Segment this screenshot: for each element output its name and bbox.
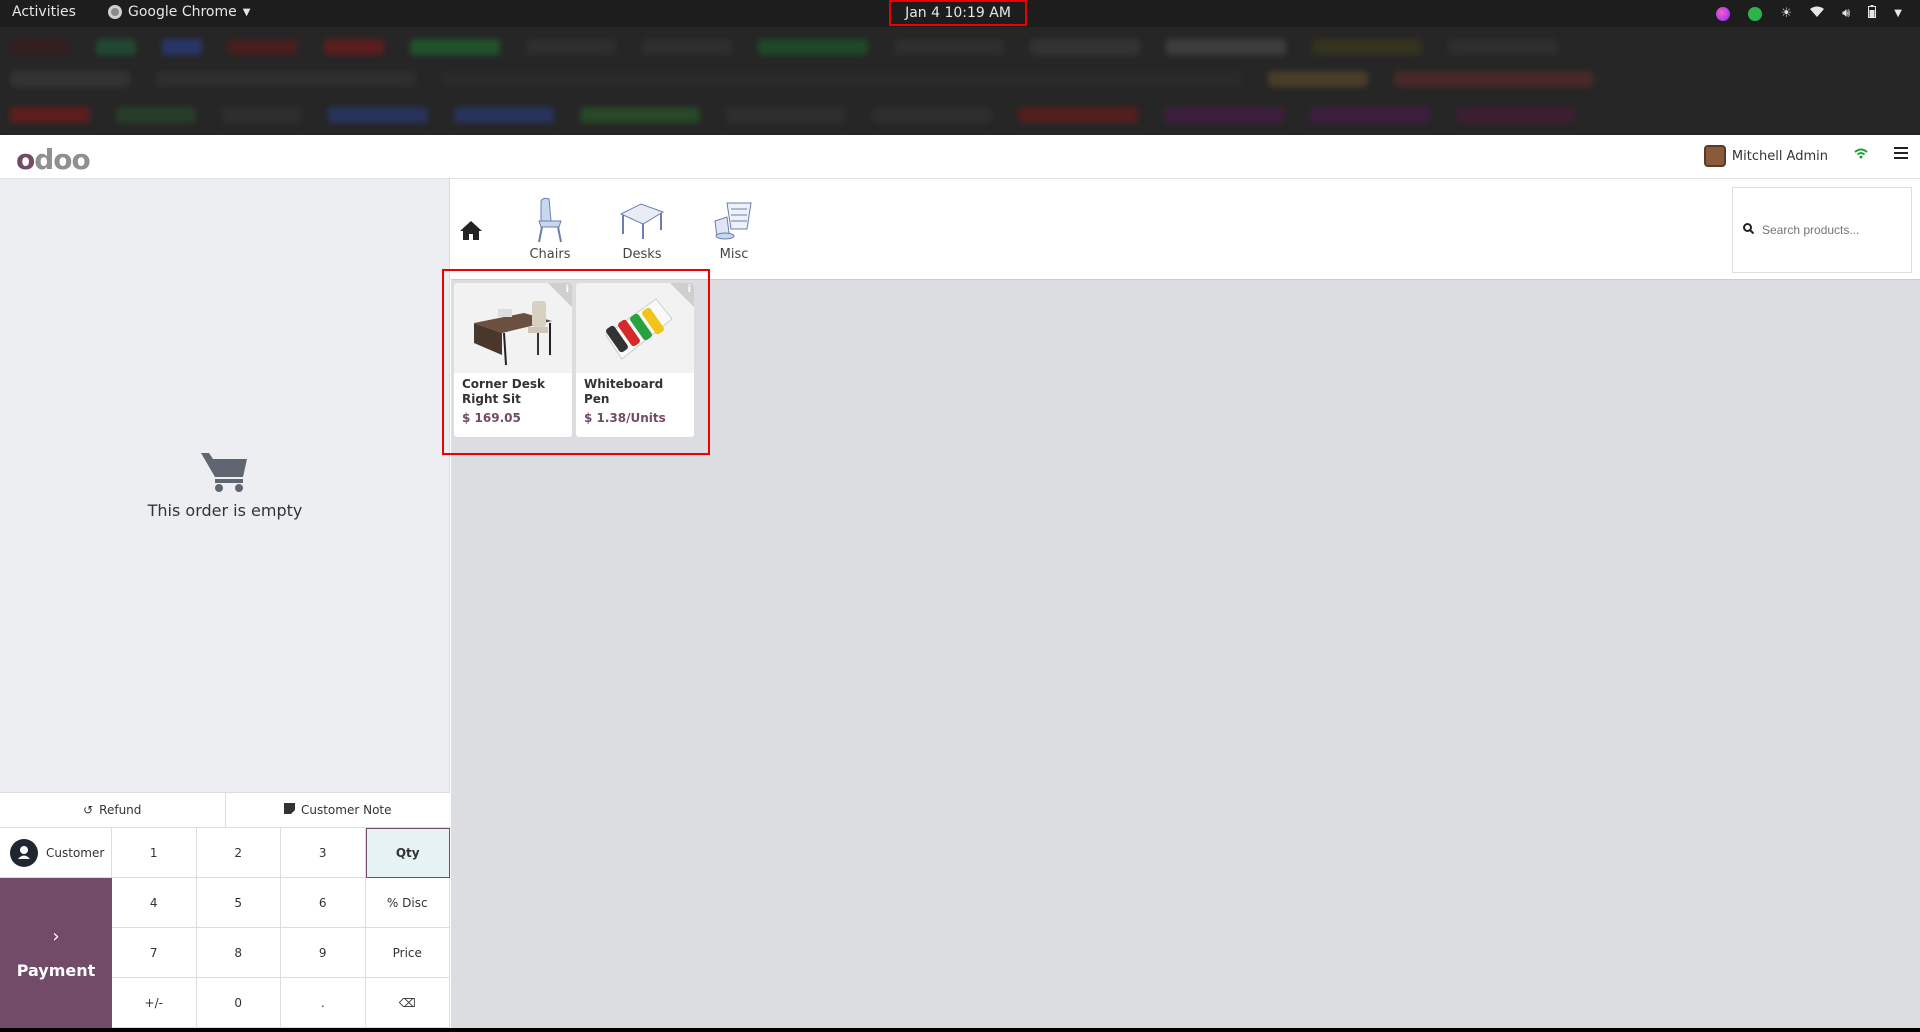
product-name: Whiteboard Pen xyxy=(584,377,664,406)
update-icon[interactable] xyxy=(1748,6,1763,21)
wifi-icon xyxy=(1810,6,1825,22)
discount-mode-button[interactable]: % Disc xyxy=(365,878,450,928)
browser-chrome-blurred xyxy=(0,27,1920,135)
info-icon[interactable]: i xyxy=(688,284,691,295)
price-mode-button[interactable]: Price xyxy=(365,928,450,978)
category-label: Chairs xyxy=(529,247,571,262)
search-input[interactable] xyxy=(1762,223,1902,237)
search-icon xyxy=(1743,223,1755,237)
odoo-logo[interactable]: odoo xyxy=(16,143,91,176)
system-tray[interactable]: ☀ 🔊︎ ▼ xyxy=(1716,5,1902,22)
user-icon xyxy=(10,838,38,867)
numpad-key-2[interactable]: 2 xyxy=(196,828,281,878)
category-chairs[interactable]: Chairs xyxy=(515,197,585,262)
category-misc[interactable]: Misc xyxy=(699,197,769,262)
activities-button[interactable]: Activities xyxy=(12,4,76,20)
info-icon[interactable]: i xyxy=(566,284,569,295)
control-pad: Customer › Payment 1 2 3 Qty 4 5 6 % Dis… xyxy=(0,828,450,1028)
numpad: 1 2 3 Qty 4 5 6 % Disc 7 8 9 Price +/- 0… xyxy=(112,828,450,1028)
product-price: $ 169.05 xyxy=(462,411,521,425)
product-image: i xyxy=(576,283,694,373)
chrome-icon xyxy=(108,5,122,19)
connection-icon xyxy=(1854,147,1868,163)
cart-icon xyxy=(199,449,251,493)
numpad-key-0[interactable]: 0 xyxy=(196,978,281,1028)
power-menu-caret-icon[interactable]: ▼ xyxy=(1894,8,1902,19)
note-icon xyxy=(283,803,295,817)
user-menu[interactable]: Mitchell Admin xyxy=(1703,145,1828,167)
product-card-whiteboard-pen[interactable]: i Whiteboard Pen $ 1.38/Units xyxy=(576,283,694,437)
chevron-right-icon: › xyxy=(52,926,60,947)
numpad-key-7[interactable]: 7 xyxy=(112,928,197,978)
app-name: Google Chrome xyxy=(128,4,237,20)
customer-label: Customer xyxy=(46,845,105,860)
home-icon[interactable] xyxy=(459,219,483,241)
product-image: i xyxy=(454,283,572,373)
empty-order-text: This order is empty xyxy=(147,501,303,520)
system-top-bar: Activities Google Chrome ▼ Jan 4 10:19 A… xyxy=(0,0,1920,27)
product-name: Corner Desk Right Sit xyxy=(462,377,545,406)
desk-icon xyxy=(607,197,677,243)
numpad-key-plus-minus[interactable]: +/- xyxy=(112,978,197,1028)
menu-icon[interactable] xyxy=(1894,147,1908,159)
numpad-key-1[interactable]: 1 xyxy=(112,828,197,878)
numpad-key-6[interactable]: 6 xyxy=(281,878,366,928)
app-menu[interactable]: Google Chrome ▼ xyxy=(108,4,250,20)
clock[interactable]: Jan 4 10:19 AM xyxy=(889,0,1027,26)
numpad-key-decimal[interactable]: . xyxy=(281,978,366,1028)
brightness-icon: ☀ xyxy=(1780,6,1793,21)
caret-down-icon: ▼ xyxy=(242,6,251,18)
customer-note-button[interactable]: Customer Note xyxy=(226,793,451,827)
customer-note-label: Customer Note xyxy=(300,803,392,817)
customer-button[interactable]: Customer xyxy=(0,828,112,878)
refund-label: Refund xyxy=(99,803,142,817)
misc-icon xyxy=(699,197,769,243)
user-name: Mitchell Admin xyxy=(1731,148,1828,164)
category-label: Desks xyxy=(622,247,662,262)
empty-order: This order is empty xyxy=(0,449,450,520)
order-actions: ↺ Refund Customer Note xyxy=(0,792,450,828)
volume-icon: 🔊︎ xyxy=(1842,6,1851,21)
pos-header: odoo Mitchell Admin xyxy=(0,135,1920,179)
user-avatar xyxy=(1703,145,1726,167)
numpad-key-8[interactable]: 8 xyxy=(196,928,281,978)
backspace-icon[interactable]: ⌫ xyxy=(365,978,450,1028)
numpad-key-9[interactable]: 9 xyxy=(281,928,366,978)
numpad-key-3[interactable]: 3 xyxy=(281,828,366,878)
numpad-key-5[interactable]: 5 xyxy=(196,878,281,928)
battery-icon xyxy=(1868,5,1877,22)
payment-label: Payment xyxy=(16,961,96,980)
search-box[interactable] xyxy=(1732,187,1912,273)
payment-button[interactable]: › Payment xyxy=(0,878,112,1028)
qty-mode-button[interactable]: Qty xyxy=(365,828,450,878)
category-label: Misc xyxy=(719,247,749,262)
chair-icon xyxy=(515,197,585,243)
product-price: $ 1.38/Units xyxy=(584,411,666,425)
refund-icon: ↺ xyxy=(83,803,94,817)
firefox-icon[interactable] xyxy=(1716,6,1731,21)
numpad-key-4[interactable]: 4 xyxy=(112,878,197,928)
category-bar: Chairs Desks Misc xyxy=(451,179,1920,280)
order-pane: This order is empty ↺ Refund Customer No… xyxy=(0,179,450,1028)
product-card-corner-desk[interactable]: i Corner Desk Right Sit $ 169.05 xyxy=(454,283,572,437)
refund-button[interactable]: ↺ Refund xyxy=(0,793,226,827)
products-pane: Chairs Desks Misc Search products... i C… xyxy=(442,179,1920,1028)
category-desks[interactable]: Desks xyxy=(607,197,677,262)
pos-app: odoo Mitchell Admin This order is empty xyxy=(0,135,1920,1028)
